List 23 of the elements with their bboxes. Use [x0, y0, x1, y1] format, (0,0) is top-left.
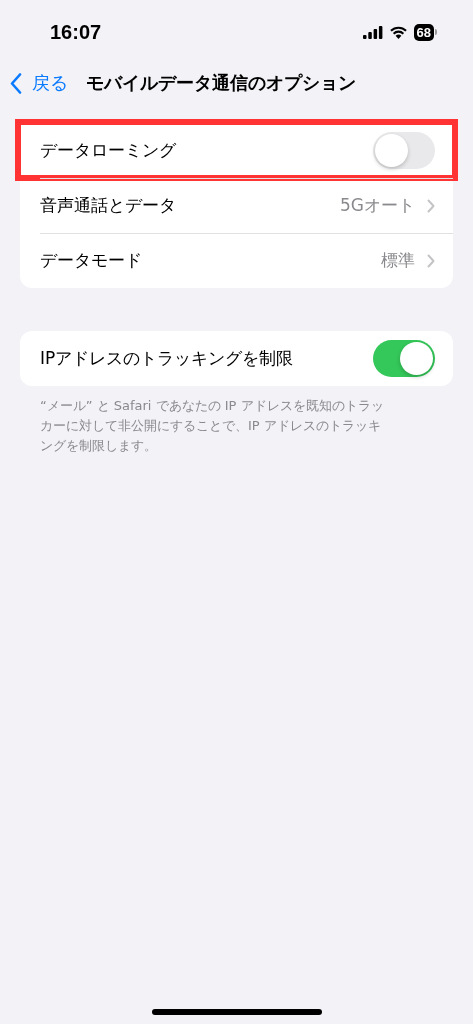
home-indicator[interactable] — [151, 1009, 322, 1015]
settings-row[interactable]: データモード 標準 — [20, 233, 453, 288]
row-label: データモード — [40, 249, 143, 272]
signal-icon — [362, 25, 383, 39]
toggle-switch[interactable] — [373, 131, 435, 169]
back-chevron-icon — [10, 72, 22, 94]
settings-row[interactable]: IPアドレスのトラッキングを制限 — [20, 331, 453, 386]
row-label: 音声通話とデータ — [40, 194, 177, 217]
footer-note: “メール” と Safari であなたの IP アドレスを既知のトラッカーに対して非公開にすることで、IP アドレスのトラッキングを制限します。 — [40, 397, 385, 455]
settings-row[interactable]: データローミング — [21, 125, 452, 175]
row-label: IPアドレスのトラッキングを制限 — [40, 347, 295, 370]
row-value: 標準 — [381, 249, 415, 272]
status-time: 16:07 — [50, 20, 102, 44]
chevron-right-icon — [427, 198, 435, 213]
page-title: モバイルデータ通信のオプション — [86, 71, 356, 95]
row-value: 5Gオート — [340, 194, 415, 217]
row-label: データローミング — [40, 138, 177, 162]
toggle-switch[interactable] — [373, 340, 435, 377]
wifi-icon — [388, 25, 408, 39]
back-button[interactable]: 戻る — [10, 71, 68, 95]
chevron-right-icon — [427, 253, 435, 268]
battery-level: 68 — [413, 23, 434, 41]
settings-row[interactable]: 音声通話とデータ 5Gオート — [20, 178, 453, 233]
